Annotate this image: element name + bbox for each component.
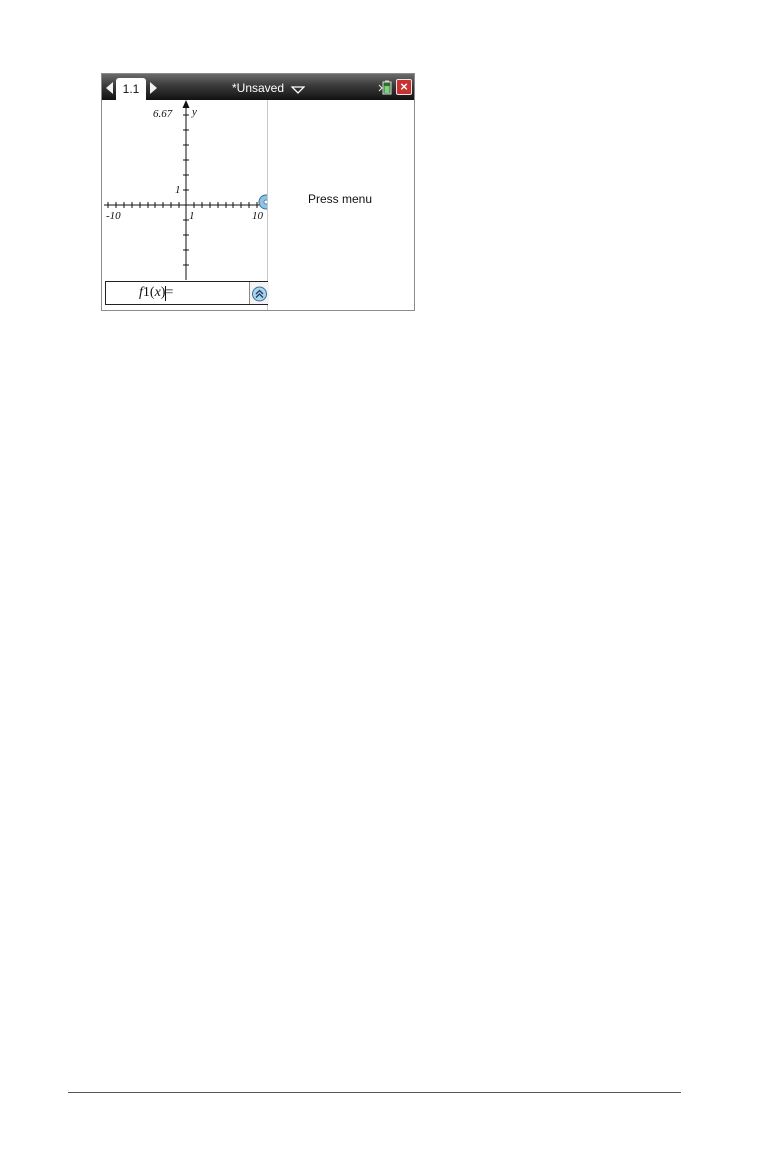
tab-page-1-1[interactable]: 1.1 bbox=[116, 78, 146, 100]
x-max-label[interactable]: 10 bbox=[252, 210, 264, 222]
page-footer-rule bbox=[68, 1092, 681, 1093]
double-chevron-up-icon bbox=[252, 286, 267, 302]
function-entry-line[interactable]: f1(x)= bbox=[105, 281, 269, 305]
next-page-icon[interactable] bbox=[150, 82, 157, 94]
x-tick-label: 1 bbox=[189, 210, 195, 222]
handheld-screen: 1.1 *Unsaved × 6.67 y 1 -10 1 10 f1(x)= … bbox=[101, 73, 415, 311]
close-paren-equals: )= bbox=[160, 285, 174, 300]
graphs-pane[interactable]: 6.67 y 1 -10 1 10 f1(x)= bbox=[102, 100, 269, 310]
y-max-label[interactable]: 6.67 bbox=[153, 108, 173, 120]
x-min-label[interactable]: -10 bbox=[106, 210, 121, 222]
expand-history-button[interactable] bbox=[249, 282, 269, 304]
y-axis-label: y bbox=[191, 106, 197, 118]
y-tick-label: 1 bbox=[175, 184, 181, 196]
empty-work-area[interactable]: Press menu bbox=[268, 100, 414, 310]
previous-page-icon[interactable] bbox=[106, 82, 113, 94]
close-icon[interactable]: × bbox=[396, 79, 412, 95]
battery-icon bbox=[378, 80, 392, 95]
document-title[interactable]: *Unsaved bbox=[232, 81, 284, 95]
y-axis-arrow-icon bbox=[182, 100, 190, 108]
hand-pointer-icon[interactable] bbox=[258, 194, 267, 210]
press-menu-hint: Press menu bbox=[308, 192, 373, 206]
function-entry-label: f1(x)= bbox=[139, 285, 173, 301]
title-bar: 1.1 *Unsaved × bbox=[102, 74, 414, 100]
graph-area[interactable]: 6.67 y 1 -10 1 10 bbox=[102, 100, 267, 310]
text-cursor bbox=[165, 286, 166, 301]
document-dropdown-icon[interactable] bbox=[291, 86, 305, 94]
function-index: 1 bbox=[142, 285, 150, 300]
